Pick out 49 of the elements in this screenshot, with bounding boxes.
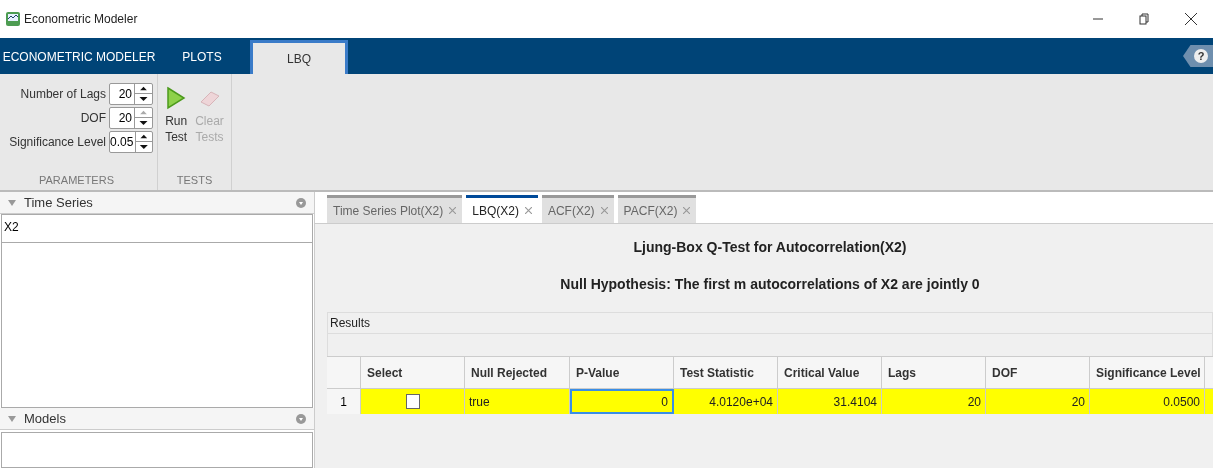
models-header[interactable]: Models: [0, 408, 314, 430]
field-label: DOF: [80, 109, 106, 127]
table-cell: true: [465, 389, 570, 414]
results-header: Results: [327, 312, 1213, 334]
section-label: PARAMETERS: [38, 172, 115, 188]
field-label: Significance Level: [9, 133, 106, 151]
help-button[interactable]: ?: [1183, 45, 1213, 67]
field-label: Number of Lags: [20, 85, 106, 103]
column-header[interactable]: P-Value: [570, 357, 674, 388]
time-series-header[interactable]: Time Series: [0, 192, 314, 214]
play-icon: [166, 86, 187, 110]
row-number: 1: [327, 389, 361, 414]
document-tab[interactable]: PACF(X2): [617, 195, 697, 223]
number-spinner[interactable]: 0.05: [109, 130, 153, 153]
panel-options-icon[interactable]: [296, 413, 306, 424]
report-subtitle: Null Hypothesis: The first m autocorrelations of X2 are jointly 0: [559, 275, 981, 294]
collapse-triangle-icon: [8, 199, 16, 206]
panel-options-icon[interactable]: [296, 197, 306, 208]
number-spinner[interactable]: 20: [109, 82, 153, 105]
select-checkbox[interactable]: [405, 394, 420, 409]
column-header[interactable]: Lags: [882, 357, 986, 388]
column-header[interactable]: Select: [361, 357, 465, 388]
restore-icon[interactable]: [1139, 13, 1149, 25]
report-title: Ljung-Box Q-Test for Autocorrelation(X2): [632, 238, 908, 257]
ribbon-tab[interactable]: ECONOMETRIC MODELER: [0, 40, 158, 74]
document-tab[interactable]: Time Series Plot(X2): [327, 195, 463, 223]
collapse-triangle-icon: [8, 415, 16, 422]
number-spinner[interactable]: 20: [109, 106, 153, 129]
results-row[interactable]: 1 true 0 4.0120e+04 31.4104 20 20 0.0500: [327, 389, 1213, 414]
column-header[interactable]: Critical Value: [778, 357, 882, 388]
table-cell: 31.4104: [778, 389, 882, 414]
document-tab[interactable]: ACF(X2): [541, 195, 614, 223]
column-header[interactable]: DOF: [986, 357, 1090, 388]
close-icon[interactable]: [1185, 13, 1197, 25]
table-cell: 0: [570, 389, 674, 414]
table-cell: 0.0500: [1090, 389, 1205, 414]
ribbon-tab[interactable]: PLOTS: [158, 40, 246, 74]
table-cell: 4.0120e+04: [674, 389, 778, 414]
run-test-button[interactable]: Run Test: [163, 86, 190, 172]
app-logo-icon: [6, 12, 20, 26]
table-cell: 20: [986, 389, 1090, 414]
column-header[interactable]: Null Rejected: [465, 357, 570, 388]
close-tab-icon[interactable]: [524, 207, 532, 214]
window-title: Econometric Modeler: [24, 11, 139, 28]
section-label: TESTS: [175, 172, 214, 188]
ribbon-tab[interactable]: LBQ: [250, 40, 348, 74]
column-header[interactable]: Test Statistic: [674, 357, 778, 388]
column-header[interactable]: Significance Level: [1090, 357, 1205, 388]
table-cell: 20: [882, 389, 986, 414]
